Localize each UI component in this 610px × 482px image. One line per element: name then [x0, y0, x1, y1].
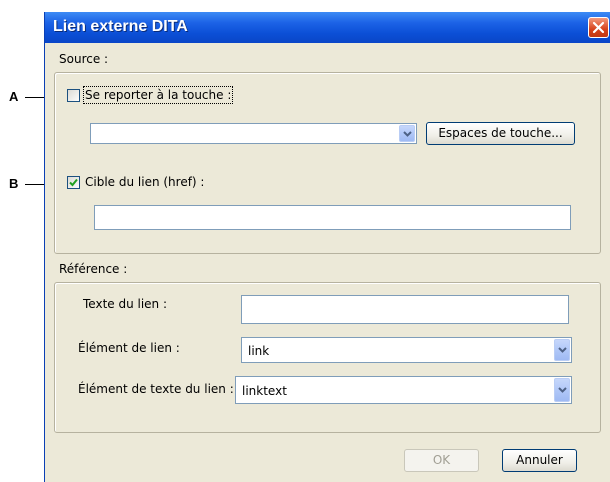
key-ref-combo-arrow[interactable]	[399, 125, 415, 142]
close-icon	[592, 21, 605, 34]
key-ref-label[interactable]: Se reporter à la touche :	[82, 86, 234, 104]
link-text-input[interactable]	[241, 295, 569, 324]
chevron-down-icon	[403, 130, 412, 137]
link-text-label: Texte du lien :	[83, 297, 168, 311]
link-text-element-combo-arrow[interactable]	[554, 378, 570, 402]
source-group-label: Source :	[59, 52, 109, 66]
link-element-combo-arrow[interactable]	[554, 339, 570, 361]
dialog-title: Lien externe DITA	[53, 18, 188, 35]
key-ref-combo[interactable]	[90, 123, 417, 144]
chevron-down-icon	[558, 387, 567, 393]
link-text-element-combo[interactable]: linktext	[235, 376, 572, 404]
chevron-down-icon	[558, 347, 567, 353]
title-bar[interactable]: Lien externe DITA	[45, 12, 610, 43]
href-input[interactable]	[94, 205, 571, 230]
key-spaces-button[interactable]: Espaces de touche...	[426, 122, 575, 145]
href-checkbox[interactable]	[67, 176, 80, 189]
close-button[interactable]	[588, 17, 609, 38]
link-element-label: Élément de lien :	[78, 341, 180, 355]
link-text-element-label: Élément de texte du lien :	[78, 382, 234, 396]
cancel-button[interactable]: Annuler	[502, 449, 577, 472]
link-element-combo[interactable]: link	[241, 337, 572, 363]
checkmark-icon	[69, 178, 78, 187]
link-text-element-value: linktext	[242, 384, 287, 398]
ok-button[interactable]: OK	[404, 449, 479, 472]
reference-group-label: Référence :	[59, 262, 128, 276]
dita-link-dialog: Lien externe DITA Source : Se reporter à…	[44, 12, 610, 482]
callout-a: A	[9, 89, 19, 104]
link-element-value: link	[248, 344, 270, 358]
callout-b: B	[9, 176, 19, 191]
key-ref-checkbox[interactable]	[67, 89, 80, 102]
href-label: Cible du lien (href) :	[85, 175, 205, 189]
